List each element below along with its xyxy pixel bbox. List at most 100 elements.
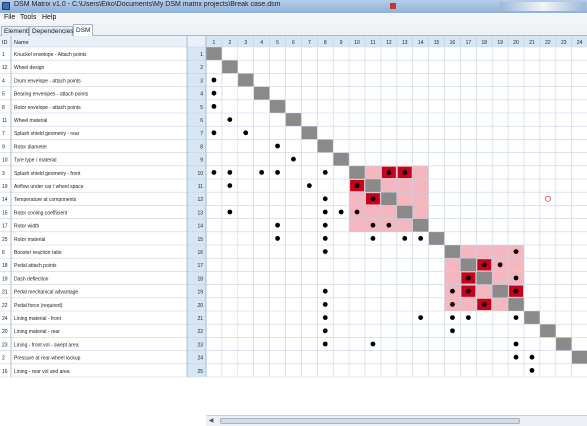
dependency-mark[interactable]	[370, 196, 376, 202]
dependency-mark[interactable]	[322, 209, 328, 215]
dependency-mark[interactable]	[275, 222, 280, 228]
dependency-mark[interactable]	[322, 315, 328, 320]
row-id[interactable]: 7	[2, 131, 5, 137]
row-name[interactable]: Rotor width	[14, 224, 40, 230]
row-id[interactable]: 6	[2, 250, 5, 256]
row-id[interactable]: 4	[2, 78, 5, 84]
dependency-mark[interactable]	[227, 117, 233, 122]
row-id[interactable]: 19	[2, 276, 8, 282]
dependency-mark[interactable]	[211, 77, 217, 83]
row-id[interactable]: 25	[2, 237, 8, 243]
row-id[interactable]: 18	[2, 263, 8, 269]
tab-elements[interactable]: Elements	[1, 26, 31, 36]
row-name[interactable]: Tyre type / material	[14, 158, 57, 164]
row-name[interactable]: Lining - front vol - swept area	[14, 342, 79, 348]
row-id[interactable]: 2	[2, 356, 5, 362]
dependency-mark[interactable]	[322, 170, 328, 175]
tab-dsm[interactable]: DSM	[73, 24, 93, 36]
row-name[interactable]: Temperature at components	[14, 197, 77, 203]
dependency-mark[interactable]	[465, 315, 471, 320]
dependency-mark[interactable]	[402, 170, 408, 175]
dependency-mark[interactable]	[275, 236, 280, 241]
dependency-mark[interactable]	[513, 275, 519, 281]
row-name[interactable]: Pressure at rear-wheel lockup	[14, 356, 81, 362]
dependency-mark[interactable]	[450, 315, 455, 320]
dependency-mark[interactable]	[465, 275, 471, 281]
row-name[interactable]: Pedal attach points	[14, 263, 57, 269]
row-id[interactable]: 20	[2, 329, 8, 335]
row-id[interactable]: 1	[2, 52, 5, 58]
row-id[interactable]: 5	[2, 92, 5, 98]
dependency-mark[interactable]	[227, 183, 233, 189]
dependency-mark[interactable]	[370, 341, 376, 347]
dependency-mark[interactable]	[354, 209, 360, 215]
dependency-mark[interactable]	[291, 156, 296, 162]
window-controls[interactable]	[500, 2, 586, 11]
dependency-mark[interactable]	[338, 209, 344, 215]
row-name[interactable]: Dash deflection	[14, 276, 49, 282]
dependency-mark[interactable]	[529, 368, 535, 373]
dependency-mark[interactable]	[481, 262, 487, 268]
dependency-mark[interactable]	[497, 262, 503, 268]
row-name[interactable]: Lining - rear vol and area	[14, 369, 70, 375]
row-id[interactable]: 24	[2, 316, 8, 322]
dependency-mark[interactable]	[227, 209, 233, 215]
dependency-mark[interactable]	[306, 183, 312, 189]
row-name[interactable]: Wheel design	[14, 65, 45, 71]
row-name[interactable]: Booster reaction ratio	[14, 250, 62, 256]
dependency-mark[interactable]	[322, 302, 328, 307]
row-id[interactable]: 10	[2, 158, 8, 164]
row-name[interactable]: Lining material - rear	[14, 329, 60, 335]
row-name[interactable]: Knuckel envelope - Attach points	[14, 52, 87, 58]
row-id[interactable]: 8	[2, 105, 5, 111]
dependency-mark[interactable]	[386, 222, 392, 228]
dependency-mark[interactable]	[275, 170, 280, 175]
row-id[interactable]: 12	[2, 65, 8, 71]
dependency-mark[interactable]	[465, 288, 471, 294]
row-name[interactable]: Airflow under car / wheel space	[14, 184, 84, 190]
dependency-mark[interactable]	[513, 249, 519, 255]
row-id[interactable]: 15	[2, 210, 8, 216]
dependency-mark[interactable]	[354, 183, 360, 189]
row-name[interactable]: Pedal force (required)	[14, 303, 63, 309]
dependency-mark[interactable]	[513, 315, 519, 320]
row-name[interactable]: Splash shield geometry - rear	[14, 131, 80, 137]
dependency-mark[interactable]	[513, 341, 519, 347]
row-name[interactable]: Lining material - front	[14, 316, 62, 322]
dependency-mark[interactable]	[513, 288, 519, 294]
dependency-mark[interactable]	[450, 328, 455, 334]
dependency-mark[interactable]	[370, 236, 376, 241]
dependency-mark[interactable]	[275, 143, 280, 149]
dependency-mark[interactable]	[243, 130, 249, 136]
row-name[interactable]: Rotor diameter	[14, 144, 47, 150]
row-id[interactable]: 14	[2, 197, 8, 203]
dependency-mark[interactable]	[450, 302, 455, 307]
dependency-mark[interactable]	[450, 288, 455, 294]
dependency-mark[interactable]	[211, 90, 217, 96]
scroll-left-icon[interactable]: ◀	[206, 416, 216, 426]
selected-cell-marker[interactable]	[544, 195, 551, 202]
row-name[interactable]: Wheel material	[14, 118, 47, 124]
row-name[interactable]: Pedal mechanical advantage	[14, 290, 78, 296]
scroll-thumb[interactable]	[220, 418, 520, 424]
row-id[interactable]: 17	[2, 224, 8, 230]
dependency-mark[interactable]	[211, 130, 217, 136]
row-id[interactable]: 19	[2, 184, 8, 190]
menu-tools[interactable]: Tools	[20, 14, 36, 21]
dependency-mark[interactable]	[370, 222, 376, 228]
taskbar-thumbnail-icon[interactable]	[390, 3, 396, 9]
dependency-mark[interactable]	[322, 288, 328, 294]
dependency-mark[interactable]	[211, 170, 217, 175]
row-name[interactable]: Rotor envelope - attach points	[14, 105, 81, 111]
row-id[interactable]: 21	[2, 290, 8, 296]
row-name[interactable]: Bearing envelopes - attach points	[14, 92, 89, 98]
dependency-mark[interactable]	[513, 354, 519, 360]
dependency-mark[interactable]	[481, 302, 487, 307]
row-id[interactable]: 23	[2, 342, 8, 348]
menu-file[interactable]: File	[4, 14, 15, 21]
row-id[interactable]: 22	[2, 303, 8, 309]
row-id[interactable]: 16	[2, 369, 8, 375]
row-id[interactable]: 9	[2, 144, 5, 150]
dependency-mark[interactable]	[259, 170, 265, 175]
dependency-mark[interactable]	[322, 328, 328, 334]
